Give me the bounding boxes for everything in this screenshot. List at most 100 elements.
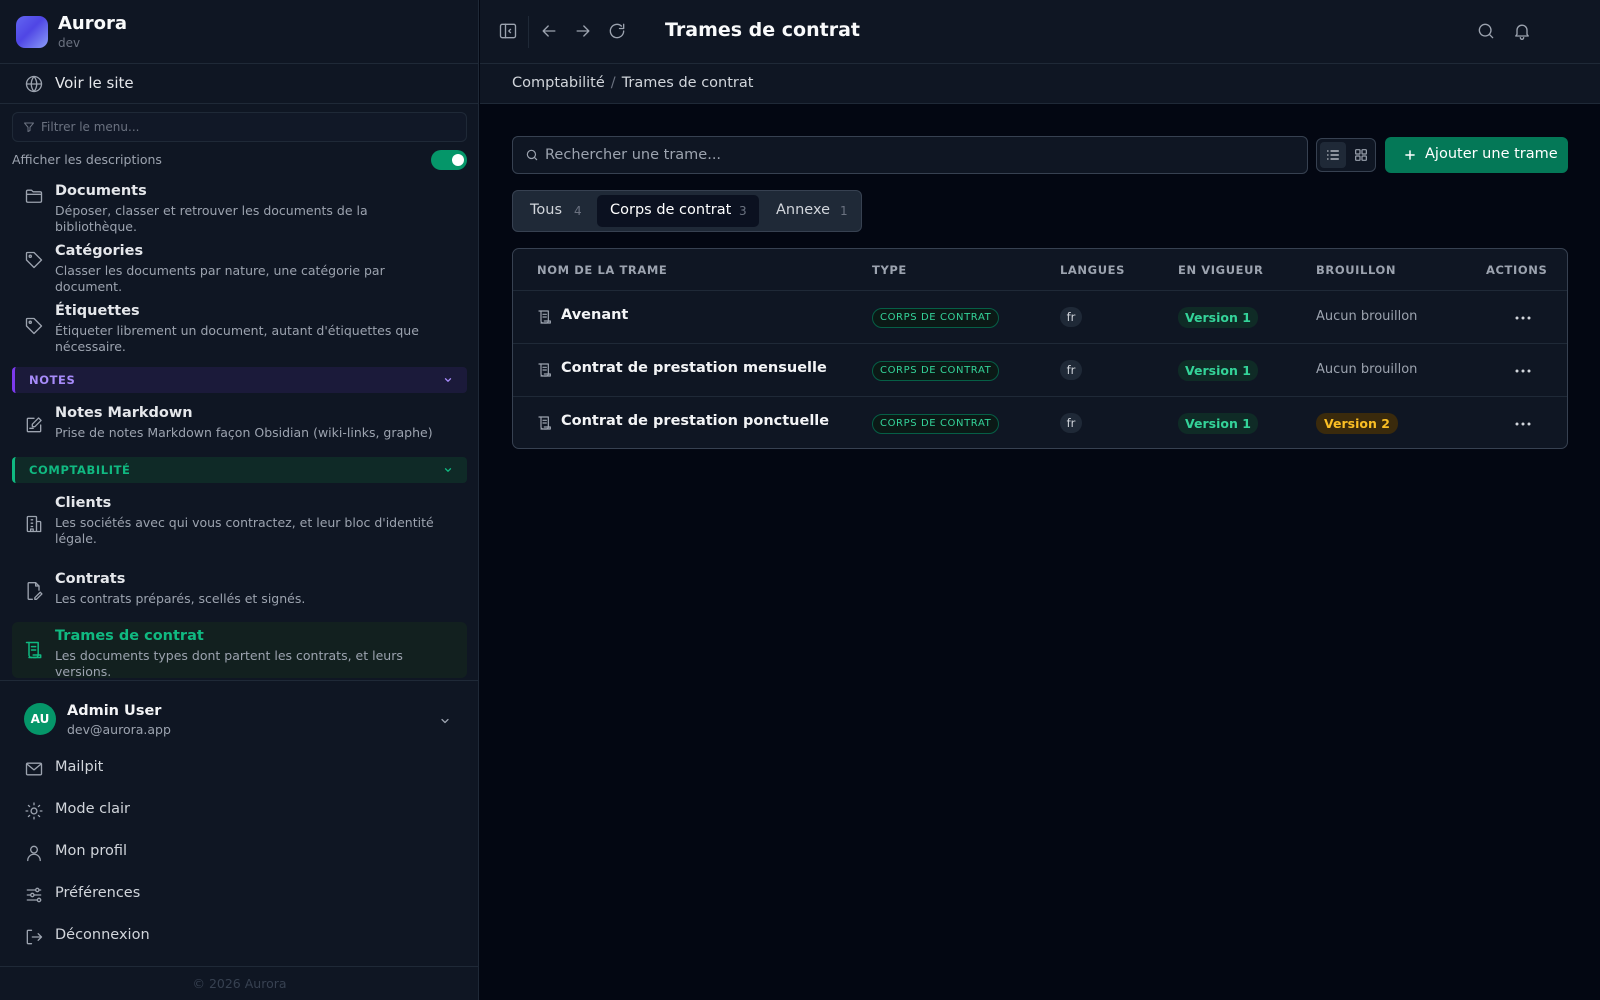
search-box[interactable] (512, 136, 1308, 174)
topbar-divider (528, 16, 529, 48)
scroll-icon (24, 640, 44, 660)
tab-label: Annexe (776, 202, 831, 218)
sidebar-item-title: Trames de contrat (55, 628, 204, 644)
sidebar-item-etiquettes[interactable]: Étiquettes Étiqueter librement un docume… (12, 298, 467, 358)
sidebar-item-title: Catégories (55, 243, 144, 259)
profile-link[interactable]: Mon profil (12, 835, 467, 869)
row-actions-button[interactable] (1511, 359, 1535, 383)
forward-arrow-icon[interactable] (573, 21, 593, 41)
menu-filter[interactable] (12, 112, 467, 142)
view-mode-toggle (1316, 138, 1376, 172)
add-template-button[interactable]: Ajouter une trame (1385, 137, 1568, 173)
sun-icon (24, 801, 44, 821)
plus-icon (1405, 150, 1415, 160)
sidebar-item-desc: Prise de notes Markdown façon Obsidian (… (55, 425, 433, 440)
logout-label: Déconnexion (55, 927, 150, 943)
mailpit-link[interactable]: Mailpit (12, 751, 467, 785)
tab-count: 4 (574, 204, 582, 218)
sidebar-item-desc: Les sociétés avec qui vous contractez, e… (55, 515, 434, 546)
grid-icon (1355, 149, 1367, 161)
tag-icon (24, 250, 44, 270)
sidebar: Aurora dev Voir le site Afficher les des… (0, 0, 479, 1000)
user-email: dev@aurora.app (67, 722, 171, 737)
preferences-label: Préférences (55, 885, 141, 901)
descriptions-toggle-row: Afficher les descriptions (12, 150, 467, 170)
sidebar-item-notes-markdown[interactable]: Notes Markdown Prise de notes Markdown f… (12, 400, 467, 452)
sidebar-item-title: Contrats (55, 571, 126, 587)
back-arrow-icon[interactable] (539, 21, 559, 41)
mailpit-label: Mailpit (55, 759, 104, 775)
sidebar-item-desc: Classer les documents par nature, une ca… (55, 263, 385, 294)
column-header-langues[interactable]: LANGUES (1060, 263, 1125, 277)
sidebar-item-contrats[interactable]: Contrats Les contrats préparés, scellés … (12, 566, 467, 618)
note-edit-icon (24, 415, 44, 435)
more-horizontal-icon (1515, 369, 1531, 373)
sidebar-toggle-icon[interactable] (498, 21, 518, 41)
contract-icon (24, 581, 44, 601)
app-logo (16, 16, 48, 48)
view-site-label: Voir le site (55, 74, 134, 92)
globe-icon (24, 74, 44, 94)
sidebar-item-documents[interactable]: Documents Déposer, classer et retrouver … (12, 178, 467, 234)
section-compta-label: COMPTABILITÉ (29, 463, 131, 477)
table-row[interactable]: Avenant CORPS DE CONTRAT fr Version 1 Au… (513, 291, 1567, 344)
templates-table: NOM DE LA TRAME TYPE LANGUES EN VIGUEUR … (512, 248, 1568, 449)
preferences-link[interactable]: Préférences (12, 877, 467, 911)
menu-filter-input[interactable] (41, 113, 461, 141)
language-badge: fr (1060, 360, 1082, 380)
column-header-name[interactable]: NOM DE LA TRAME (537, 263, 667, 277)
refresh-icon[interactable] (607, 21, 627, 41)
toggle-knob (452, 154, 464, 166)
bell-icon[interactable] (1512, 21, 1532, 41)
brand[interactable]: Aurora dev (0, 0, 479, 64)
table-header: NOM DE LA TRAME TYPE LANGUES EN VIGUEUR … (513, 249, 1567, 291)
column-header-brouillon[interactable]: BROUILLON (1316, 263, 1396, 277)
sidebar-item-categories[interactable]: Catégories Classer les documents par nat… (12, 238, 467, 294)
tab-corps-de-contrat[interactable]: Corps de contrat 3 (597, 195, 759, 227)
building-icon (24, 514, 44, 534)
table-row[interactable]: Contrat de prestation mensuelle CORPS DE… (513, 344, 1567, 397)
column-header-type[interactable]: TYPE (872, 263, 907, 277)
table-row[interactable]: Contrat de prestation ponctuelle CORPS D… (513, 397, 1567, 448)
more-horizontal-icon (1515, 316, 1531, 320)
sidebar-item-trames-de-contrat[interactable]: Trames de contrat Les documents types do… (12, 622, 467, 679)
search-input[interactable] (545, 137, 1295, 173)
sidebar-item-clients[interactable]: Clients Les sociétés avec qui vous contr… (12, 490, 467, 550)
type-badge: CORPS DE CONTRAT (872, 308, 1000, 328)
scroll-icon (537, 362, 553, 378)
row-actions-button[interactable] (1511, 306, 1535, 330)
scroll-icon (537, 415, 553, 431)
section-comptabilite[interactable]: COMPTABILITÉ (12, 457, 467, 483)
search-icon[interactable] (1476, 21, 1496, 41)
light-mode-button[interactable]: Mode clair (12, 793, 467, 827)
mail-icon (24, 759, 44, 779)
profile-label: Mon profil (55, 843, 128, 859)
copyright: © 2026 Aurora (0, 966, 479, 1000)
column-header-en-vigueur[interactable]: EN VIGUEUR (1178, 263, 1264, 277)
chevron-down-icon (443, 465, 453, 475)
tab-annexe[interactable]: Annexe 1 (763, 195, 857, 227)
descriptions-toggle[interactable] (431, 150, 467, 170)
user-menu[interactable]: AU Admin User dev@aurora.app (0, 681, 479, 745)
page-title: Trames de contrat (665, 19, 860, 41)
template-name[interactable]: Contrat de prestation ponctuelle (561, 413, 829, 429)
tab-tous[interactable]: Tous 4 (517, 195, 591, 227)
sidebar-item-desc: Déposer, classer et retrouver les docume… (55, 203, 368, 234)
view-site-link[interactable]: Voir le site (0, 64, 479, 104)
user-name: Admin User (67, 703, 162, 719)
user-block: AU Admin User dev@aurora.app Mailpit Mod… (0, 680, 479, 960)
template-name[interactable]: Avenant (561, 307, 628, 323)
topbar: Trames de contrat (480, 0, 1600, 64)
list-icon (1327, 150, 1339, 160)
tab-count: 1 (840, 204, 848, 218)
template-name[interactable]: Contrat de prestation mensuelle (561, 360, 827, 376)
breadcrumb-item-comptabilite[interactable]: Comptabilité (512, 75, 605, 91)
logout-button[interactable]: Déconnexion (12, 919, 467, 953)
sidebar-item-title: Étiquettes (55, 303, 140, 319)
row-actions-button[interactable] (1511, 412, 1535, 436)
section-notes[interactable]: NOTES (12, 367, 467, 393)
language-badge: fr (1060, 413, 1082, 433)
grid-view-button[interactable] (1348, 142, 1374, 168)
list-view-button[interactable] (1320, 142, 1346, 168)
sidebar-item-desc: Les contrats préparés, scellés et signés… (55, 591, 306, 606)
